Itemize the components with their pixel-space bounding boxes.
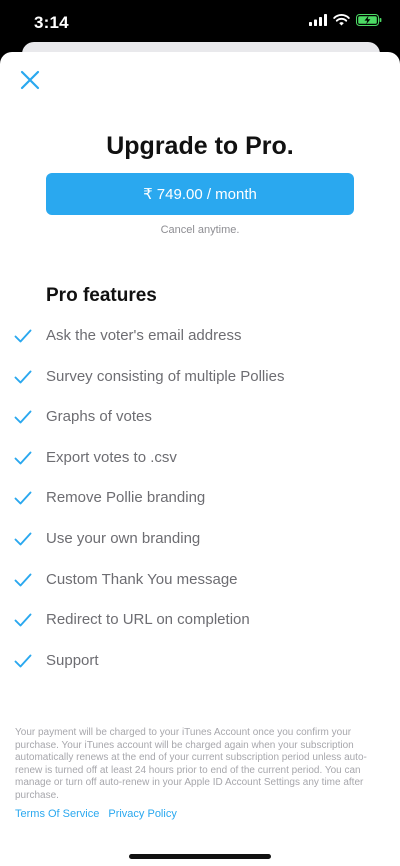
- feature-label: Redirect to URL on completion: [46, 611, 250, 629]
- status-icons: [309, 14, 382, 26]
- checkmark-icon: [14, 329, 32, 343]
- feature-label: Export votes to .csv: [46, 448, 177, 466]
- status-bar: 3:14: [0, 0, 400, 44]
- features-heading: Pro features: [46, 285, 157, 306]
- feature-item: Survey consisting of multiple Pollies: [0, 357, 400, 398]
- feature-item: Export votes to .csv: [0, 438, 400, 479]
- battery-charging-icon: [356, 14, 382, 26]
- upgrade-sheet: Upgrade to Pro. ₹ 749.00 / month Cancel …: [0, 52, 400, 866]
- checkmark-icon: [14, 654, 32, 668]
- legal-links: Terms Of Service Privacy Policy: [15, 808, 177, 820]
- feature-label: Remove Pollie branding: [46, 489, 206, 507]
- status-time: 3:14: [34, 13, 69, 32]
- close-icon[interactable]: [16, 66, 44, 94]
- feature-item: Remove Pollie branding: [0, 478, 400, 519]
- feature-item: Ask the voter's email address: [0, 316, 400, 357]
- home-indicator: [129, 854, 271, 859]
- checkmark-icon: [14, 491, 32, 505]
- terms-of-service-link[interactable]: Terms Of Service: [15, 808, 99, 820]
- feature-label: Custom Thank You message: [46, 570, 238, 588]
- privacy-policy-link[interactable]: Privacy Policy: [108, 808, 176, 820]
- feature-label: Ask the voter's email address: [46, 327, 242, 344]
- cellular-signal-icon: [309, 14, 327, 26]
- subscribe-button[interactable]: ₹ 749.00 / month: [46, 173, 354, 215]
- feature-list: Ask the voter's email address Survey cons…: [0, 316, 400, 681]
- feature-label: Use your own branding: [46, 529, 201, 547]
- feature-item: Custom Thank You message: [0, 560, 400, 601]
- legal-text: Your payment will be charged to your iTu…: [15, 727, 367, 801]
- checkmark-icon: [14, 451, 32, 465]
- wifi-icon: [333, 14, 350, 26]
- feature-label: Support: [46, 651, 99, 669]
- checkmark-icon: [14, 532, 32, 546]
- checkmark-icon: [14, 573, 32, 587]
- feature-label: Survey consisting of multiple Pollies: [46, 367, 285, 385]
- feature-item: Use your own branding: [0, 519, 400, 560]
- page-title: Upgrade to Pro.: [106, 132, 294, 160]
- checkmark-icon: [14, 410, 32, 424]
- feature-label: Graphs of votes: [46, 408, 152, 426]
- feature-item: Graphs of votes: [0, 397, 400, 438]
- checkmark-icon: [14, 370, 32, 384]
- checkmark-icon: [14, 613, 32, 627]
- feature-item: Support: [0, 641, 400, 682]
- feature-item: Redirect to URL on completion: [0, 600, 400, 641]
- cancel-note: Cancel anytime.: [160, 224, 240, 236]
